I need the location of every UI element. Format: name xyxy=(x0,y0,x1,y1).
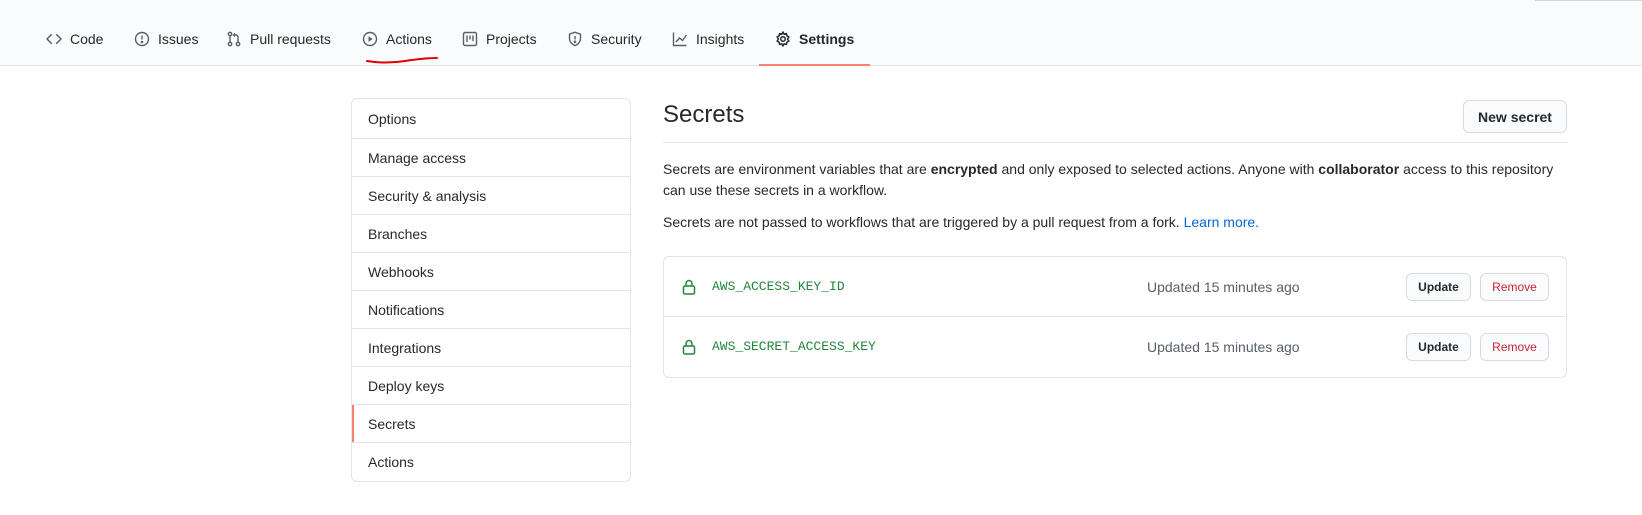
tab-pull-requests[interactable]: Pull requests xyxy=(226,22,331,66)
red-underline-annotation xyxy=(366,57,438,64)
secret-row: AWS_ACCESS_KEY_ID Updated 15 minutes ago… xyxy=(664,257,1566,317)
secret-updated-time: Updated 15 minutes ago xyxy=(1147,279,1300,295)
sidebar-item-deploy-keys[interactable]: Deploy keys xyxy=(352,367,630,405)
page-title: Secrets xyxy=(663,101,745,128)
tab-insights[interactable]: Insights xyxy=(672,22,744,66)
divider xyxy=(663,142,1567,143)
issue-icon xyxy=(134,31,150,50)
tab-label: Pull requests xyxy=(250,31,331,47)
sidebar-item-secrets[interactable]: Secrets xyxy=(352,405,630,443)
update-secret-button[interactable]: Update xyxy=(1406,333,1471,361)
tab-label: Projects xyxy=(486,31,537,47)
remove-secret-button[interactable]: Remove xyxy=(1480,273,1549,301)
shield-icon xyxy=(567,31,583,50)
divider xyxy=(1535,0,1642,1)
tab-code[interactable]: Code xyxy=(46,22,103,66)
secrets-list: AWS_ACCESS_KEY_ID Updated 15 minutes ago… xyxy=(663,256,1567,378)
desc-text: and only exposed to selected actions. An… xyxy=(997,161,1319,177)
sidebar-item-options[interactable]: Options xyxy=(352,99,630,139)
lock-icon xyxy=(682,339,696,355)
tab-label: Settings xyxy=(799,31,855,47)
fork-note: Secrets are not passed to workflows that… xyxy=(663,212,1567,233)
tab-projects[interactable]: Projects xyxy=(462,22,537,66)
gear-icon xyxy=(775,30,791,50)
tab-label: Insights xyxy=(696,31,745,47)
new-secret-button[interactable]: New secret xyxy=(1463,100,1567,133)
sidebar-item-actions[interactable]: Actions xyxy=(352,443,630,481)
lock-icon xyxy=(682,279,696,295)
sidebar-item-security-analysis[interactable]: Security & analysis xyxy=(352,177,630,215)
settings-sidebar: Options Manage access Security & analysi… xyxy=(351,98,631,482)
sidebar-item-branches[interactable]: Branches xyxy=(352,215,630,253)
project-icon xyxy=(462,31,478,50)
tab-label: Actions xyxy=(386,31,432,47)
tab-label: Code xyxy=(70,31,104,47)
graph-icon xyxy=(672,31,688,50)
remove-secret-button[interactable]: Remove xyxy=(1480,333,1549,361)
secrets-description: Secrets are environment variables that a… xyxy=(663,159,1567,201)
secret-updated-time: Updated 15 minutes ago xyxy=(1147,339,1300,355)
tab-security[interactable]: Security xyxy=(567,22,642,66)
fork-note-text: Secrets are not passed to workflows that… xyxy=(663,214,1184,230)
desc-emphasis-encrypted: encrypted xyxy=(930,161,998,177)
code-icon xyxy=(46,31,62,50)
play-icon xyxy=(362,31,378,50)
tab-issues[interactable]: Issues xyxy=(134,22,198,66)
update-secret-button[interactable]: Update xyxy=(1406,273,1471,301)
desc-emphasis-collaborator: collaborator xyxy=(1318,161,1400,177)
tab-settings[interactable]: Settings xyxy=(759,22,871,66)
tab-label: Security xyxy=(591,31,642,47)
secret-name: AWS_SECRET_ACCESS_KEY xyxy=(712,339,876,354)
tab-label: Issues xyxy=(158,31,199,47)
pull-request-icon xyxy=(226,31,242,50)
repo-nav-bar: Code Issues Pull requests Actions Projec… xyxy=(0,0,1642,66)
sidebar-item-notifications[interactable]: Notifications xyxy=(352,291,630,329)
secret-name: AWS_ACCESS_KEY_ID xyxy=(712,279,845,294)
sidebar-item-integrations[interactable]: Integrations xyxy=(352,329,630,367)
learn-more-link[interactable]: Learn more. xyxy=(1184,214,1259,230)
sidebar-item-webhooks[interactable]: Webhooks xyxy=(352,253,630,291)
desc-text: Secrets are environment variables that a… xyxy=(663,161,931,177)
secret-row: AWS_SECRET_ACCESS_KEY Updated 15 minutes… xyxy=(664,317,1566,377)
sidebar-item-manage-access[interactable]: Manage access xyxy=(352,139,630,177)
